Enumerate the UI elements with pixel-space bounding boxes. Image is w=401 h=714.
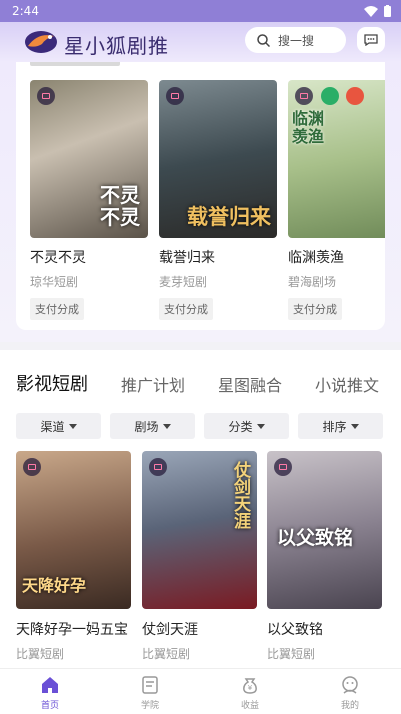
poster-title: 临渊羡渔 (292, 109, 325, 146)
nav-home[interactable]: 首页 (20, 675, 80, 711)
poster: 以父致铭 (267, 451, 382, 609)
drama-studio: 碧海剧场 (288, 275, 337, 289)
drama-card[interactable]: 天降好孕 天降好孕一妈五宝 比翼短剧 (16, 451, 131, 662)
drama-card[interactable]: 仗剑天涯 仗剑天涯 比翼短剧 (142, 451, 257, 662)
drama-title: 仗剑天涯 (142, 622, 198, 638)
filter-theater[interactable]: 剧场 (110, 413, 195, 439)
home-icon (42, 677, 58, 693)
filter-label: 剧场 (134, 419, 159, 434)
drama-title: 载誉归来 (159, 250, 215, 266)
featured-item[interactable]: 载誉归来 载誉归来 麦芽短剧 支付分成 (159, 80, 277, 320)
tab-promotion-plan[interactable]: 推广计划 (121, 372, 185, 396)
featured-item[interactable]: 不灵 不灵 不灵不灵 琼华短剧 支付分成 (30, 80, 148, 320)
revenue-badge: 支付分成 (288, 298, 342, 320)
poster: 不灵 不灵 (30, 80, 148, 238)
tag-icon (149, 458, 167, 476)
tag-icon (166, 87, 184, 105)
nav-label: 我的 (340, 701, 359, 711)
poster: 天降好孕 (16, 451, 131, 609)
featured-section: 不灵 不灵 不灵不灵 琼华短剧 支付分成 载誉归来 载誉归来 麦芽短剧 支付分成… (0, 62, 401, 342)
tag-icon (274, 458, 292, 476)
featured-card: 不灵 不灵 不灵不灵 琼华短剧 支付分成 载誉归来 载誉归来 麦芽短剧 支付分成… (16, 62, 385, 330)
nav-label: 收益 (240, 701, 259, 711)
drama-studio: 比翼短剧 (16, 647, 65, 661)
poster-title: 天降好孕 (22, 576, 87, 596)
revenue-badge: 支付分成 (159, 298, 213, 320)
fox-logo-icon (25, 31, 57, 53)
poster-title: 以父致铭 (277, 527, 354, 550)
nav-label: 首页 (40, 701, 59, 711)
app-header: 星小狐剧推 搜一搜 (0, 22, 401, 62)
filter-sort[interactable]: 排序 (298, 413, 383, 439)
nav-academy[interactable]: 学院 (120, 675, 180, 711)
status-icons (364, 5, 391, 17)
filter-category[interactable]: 分类 (204, 413, 289, 439)
filter-label: 排序 (322, 419, 347, 434)
share-icon (346, 87, 364, 105)
poster: 载誉归来 (159, 80, 277, 238)
poster-title: 仗剑天涯 (230, 461, 250, 529)
caret-down-icon (256, 423, 265, 429)
tag-icon (295, 87, 313, 105)
poster-title: 载誉归来 (187, 203, 271, 229)
poster: 临渊羡渔 (288, 80, 385, 238)
revenue-badge: 支付分成 (30, 298, 84, 320)
drama-studio: 琼华短剧 (30, 275, 79, 289)
bottom-nav: 首页 学院 ¥ 收益 我的 (0, 668, 401, 714)
poster: 仗剑天涯 (142, 451, 257, 609)
message-button[interactable] (357, 27, 385, 53)
message-icon (364, 34, 378, 46)
battery-icon (384, 5, 391, 17)
filter-bar: 渠道 剧场 分类 排序 (16, 413, 386, 439)
drama-title: 临渊羡渔 (288, 250, 344, 266)
wechat-icon (321, 87, 339, 105)
tag-icon (23, 458, 41, 476)
drama-studio: 比翼短剧 (142, 647, 191, 661)
search-icon (257, 33, 270, 47)
drama-title: 以父致铭 (267, 622, 323, 638)
svg-text:¥: ¥ (248, 684, 253, 692)
section-title-cut (30, 62, 120, 66)
profile-icon (342, 676, 358, 694)
money-icon: ¥ (243, 678, 257, 694)
filter-channel[interactable]: 渠道 (16, 413, 101, 439)
search-placeholder: 搜一搜 (278, 33, 315, 48)
tag-icon (37, 87, 55, 105)
status-bar: 2:44 (0, 0, 401, 22)
app-title: 星小狐剧推 (64, 34, 169, 58)
drama-studio: 麦芽短剧 (159, 275, 208, 289)
section-divider (0, 342, 401, 350)
drama-title: 天降好孕一妈五宝 (16, 622, 128, 638)
status-time: 2:44 (12, 4, 39, 18)
filter-label: 分类 (228, 419, 253, 434)
tab-novel-promo[interactable]: 小说推文 (315, 372, 379, 396)
tab-film-short-drama[interactable]: 影视短剧 (16, 370, 88, 396)
nav-earnings[interactable]: ¥ 收益 (220, 675, 280, 711)
nav-label: 学院 (140, 701, 159, 711)
caret-down-icon (68, 423, 77, 429)
poster-title: 不灵 不灵 (100, 183, 140, 229)
filter-label: 渠道 (40, 419, 65, 434)
featured-item[interactable]: 临渊羡渔 临渊羡渔 碧海剧场 支付分成 (288, 80, 385, 320)
drama-list-section: 影视短剧 推广计划 星图融合 小说推文 渠道 剧场 分类 排序 天降好孕 天降好… (0, 350, 401, 668)
book-icon (142, 676, 158, 694)
nav-profile[interactable]: 我的 (320, 675, 380, 711)
drama-studio: 比翼短剧 (267, 647, 316, 661)
caret-down-icon (162, 423, 171, 429)
category-tabs: 影视短剧 推广计划 星图融合 小说推文 (0, 370, 401, 398)
tab-star-fusion[interactable]: 星图融合 (218, 372, 282, 396)
wifi-icon (364, 5, 378, 17)
drama-card[interactable]: 以父致铭 以父致铭 比翼短剧 (267, 451, 382, 662)
caret-down-icon (350, 423, 359, 429)
drama-title: 不灵不灵 (30, 250, 86, 266)
search-box[interactable]: 搜一搜 (245, 27, 346, 53)
